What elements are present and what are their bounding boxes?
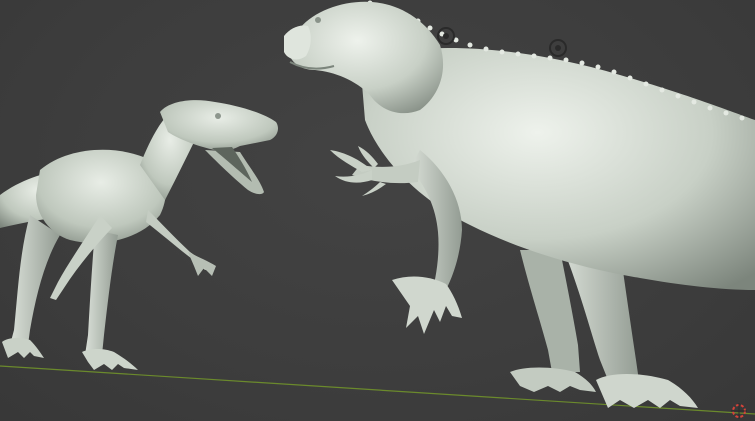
viewport-scene[interactable] <box>0 0 755 421</box>
3d-cursor-icon[interactable] <box>731 403 747 419</box>
small-dino-hand <box>188 252 216 276</box>
large-dinosaur-model[interactable] <box>284 0 755 409</box>
object-origin-icon[interactable] <box>549 39 567 57</box>
large-dino-mid-foot <box>510 367 596 392</box>
small-dino-back-foot <box>2 337 44 358</box>
large-dino-snout <box>284 25 311 60</box>
large-dino-front-hand <box>392 276 462 334</box>
small-dino-back-leg <box>10 215 60 345</box>
3d-viewport[interactable] <box>0 0 755 421</box>
small-dino-front-foot <box>82 349 138 370</box>
small-dinosaur-model[interactable] <box>0 100 278 370</box>
object-origin-icon[interactable] <box>437 27 455 45</box>
large-dino-eye <box>315 17 321 23</box>
large-dino-rear-foot <box>596 374 698 408</box>
small-dino-eye <box>215 113 221 119</box>
